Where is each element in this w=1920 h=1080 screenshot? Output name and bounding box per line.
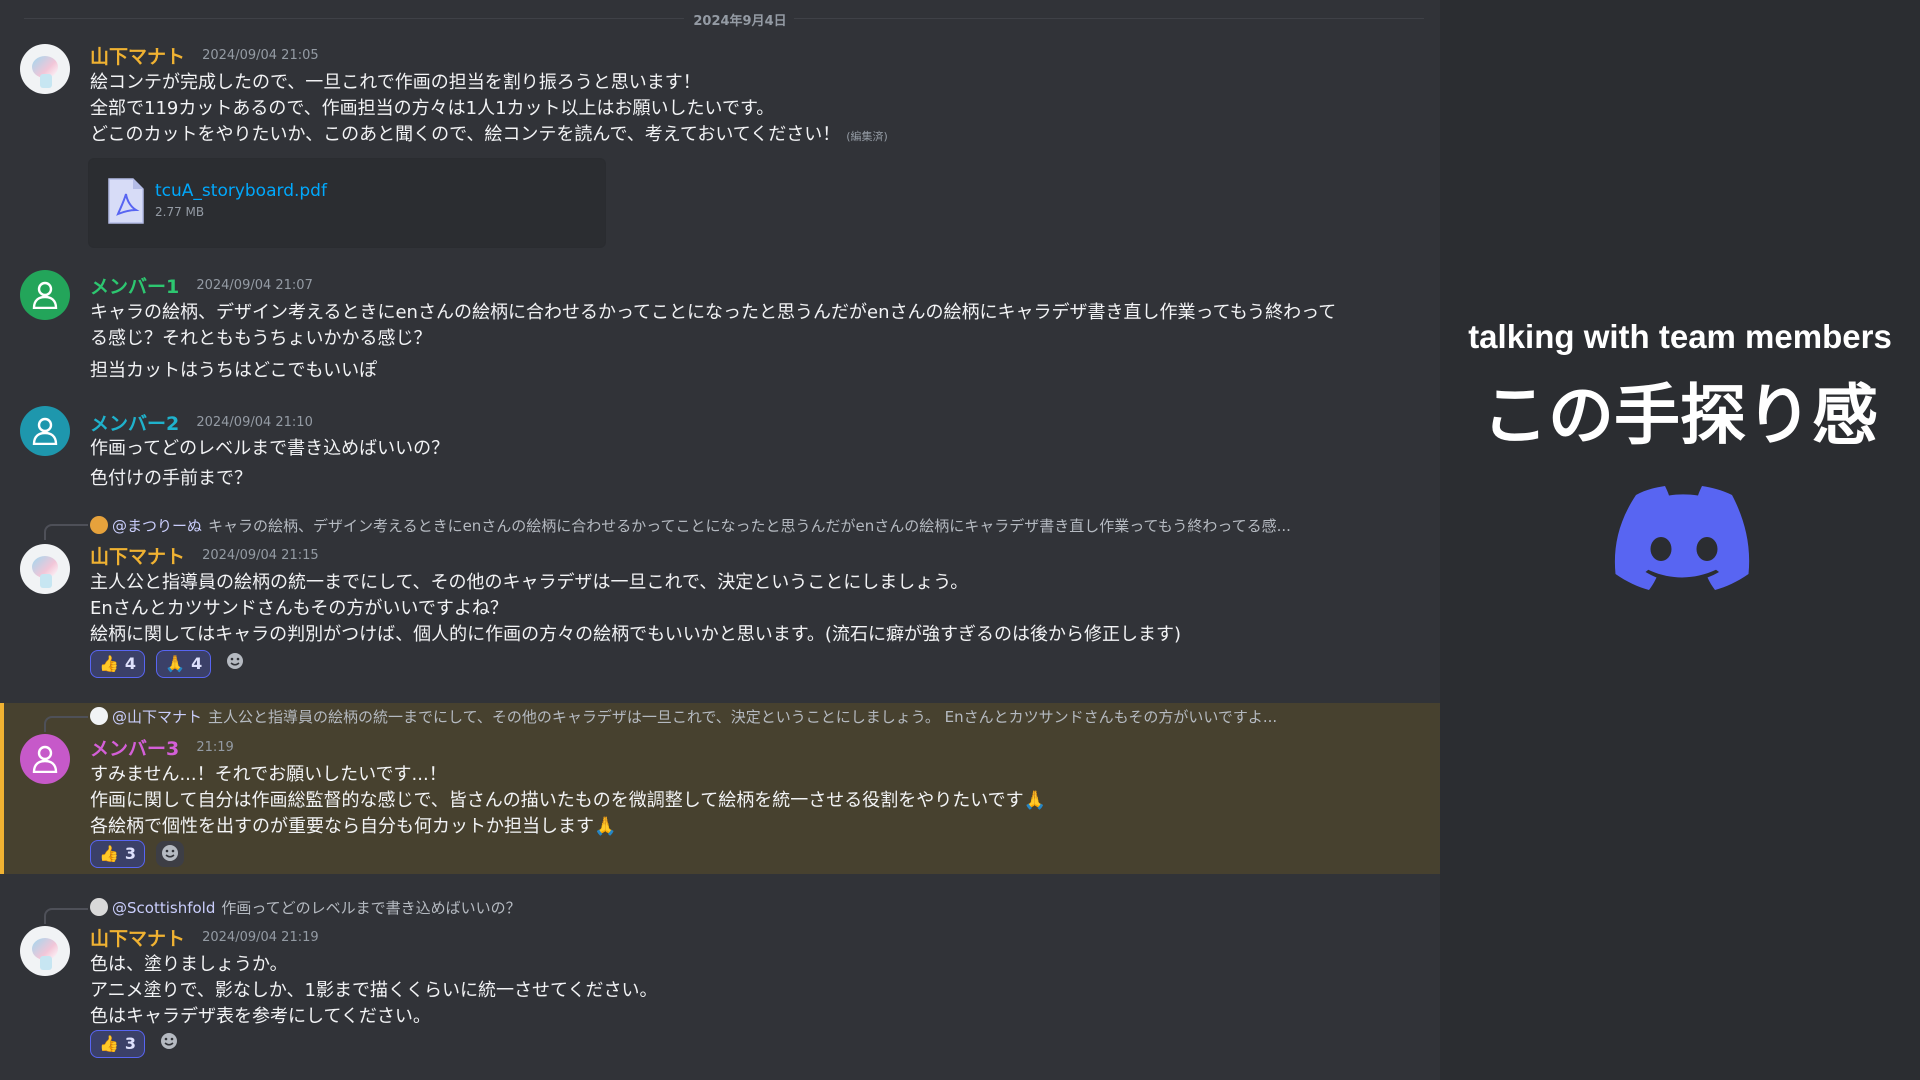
folded-hands-icon: 🙏 [165,654,186,673]
reply-avatar [90,707,108,725]
smiley-icon [227,653,244,669]
reply-mention[interactable]: @山下マナト [112,708,202,726]
default-user-icon [32,745,58,773]
caption-japanese: この手探り感 [1482,377,1878,454]
reply-text: 主人公と指導員の絵柄の統一までにして、その他のキャラデザは一旦これで、決定という… [208,708,1278,726]
reaction-thumbs-up[interactable]: 👍 3 [90,1030,146,1058]
default-user-icon [32,281,58,309]
message-text: 各絵柄で個性を出すのが重要なら自分も何カットか担当します🙏 [90,816,617,837]
message-text: 色はキャラデザ表を参考にしてください。 [90,1006,431,1027]
author-name[interactable]: 山下マナト [90,928,185,950]
message-text: 全部で119カットあるので、作画担当の方々は1人1カット以上はお願いしたいです。 [90,98,775,119]
caption-english: talking with team members [1468,318,1892,355]
reaction-bar: 👍 4 🙏 4 [90,650,248,678]
reaction-thumbs-up[interactable]: 👍 3 [90,840,146,868]
author-name[interactable]: メンバー3 [90,738,179,760]
author-name[interactable]: 山下マナト [90,546,185,568]
add-reaction-button[interactable] [156,1031,182,1057]
message-timestamp: 2024/09/04 21:10 [196,415,313,430]
avatar[interactable] [20,926,70,976]
reply-text: 作画ってどのレベルまで書き込めばいいの？ [221,899,521,917]
reply-preview[interactable]: @まつりーぬ キャラの絵柄、デザイン考えるときにenさんの絵柄に合わせるかってこと… [90,515,1410,535]
smiley-icon [162,845,179,861]
edited-label: (編集済) [846,130,888,143]
file-attachment[interactable]: tcuA_storyboard.pdf 2.77 MB [88,158,606,248]
file-size: 2.77 MB [155,205,205,219]
reaction-thumbs-up[interactable]: 👍 4 [90,650,146,678]
reaction-count: 4 [124,654,137,673]
avatar[interactable] [20,406,70,456]
message-text: キャラの絵柄、デザイン考えるときにenさんの絵柄に合わせるかってことになったと思… [90,302,1337,323]
add-reaction-button[interactable] [222,651,248,677]
message-timestamp: 2024/09/04 21:07 [196,278,313,293]
message-timestamp: 2024/09/04 21:05 [202,48,319,63]
chat-area: 2024年9月4日 山下マナト 2024/09/04 21:05 絵コンテが完成… [0,0,1440,1080]
side-panel: talking with team members この手探り感 [1440,0,1920,1080]
message-text: 絵コンテが完成したので、一旦これで作画の担当を割り振ろうと思います！ [90,72,701,93]
reply-text: キャラの絵柄、デザイン考えるときにenさんの絵柄に合わせるかってことになったと思… [208,517,1291,535]
reaction-folded-hands[interactable]: 🙏 4 [156,650,212,678]
message-timestamp: 21:19 [196,740,234,755]
message-text: 主人公と指導員の絵柄の統一までにして、その他のキャラデザは一旦これで、決定という… [90,572,969,593]
reaction-bar: 👍 3 [90,1030,182,1058]
discord-logo-icon [1614,486,1754,596]
message-text: 作画ってどのレベルまで書き込めばいいの？ [90,438,450,459]
date-divider-label: 2024年9月4日 [693,14,787,29]
avatar[interactable] [20,44,70,94]
reply-spine [44,908,88,924]
reply-preview[interactable]: @山下マナト 主人公と指導員の絵柄の統一までにして、その他のキャラデザは一旦これで… [90,706,1410,726]
add-reaction-button[interactable] [156,841,185,867]
avatar[interactable] [20,544,70,594]
file-name-link[interactable]: tcuA_storyboard.pdf [155,181,327,201]
reply-spine [44,524,88,540]
thumbs-up-icon: 👍 [99,1034,119,1053]
reaction-bar: 👍 3 [90,840,185,868]
reaction-count: 3 [124,1034,137,1053]
message-text: どこのカットをやりたいか、このあと聞くので、絵コンテを読んで、考えておいてくださ… [90,124,888,145]
reaction-count: 4 [191,654,203,673]
author-name[interactable]: メンバー1 [90,276,179,298]
default-user-icon [32,417,58,445]
reply-mention[interactable]: @Scottishfold [112,899,215,917]
reaction-count: 3 [124,844,137,863]
message-text: アニメ塗りで、影なしか、1影まで描くくらいに統一させてください。 [90,980,658,1001]
message-text: 絵柄に関してはキャラの判別がつけば、個人的に作画の方々の絵柄でもいいかと思います… [90,624,1181,645]
reply-mention[interactable]: @まつりーぬ [112,517,202,535]
avatar[interactable] [20,270,70,320]
reply-preview[interactable]: @Scottishfold 作画ってどのレベルまで書き込めばいいの？ [90,897,1410,917]
author-name[interactable]: 山下マナト [90,46,185,68]
message-text: Enさんとカツサンドさんもその方がいいですよね？ [90,598,508,619]
reply-spine [44,716,88,732]
reply-avatar [90,898,108,916]
message-text: 作画に関して自分は作画総監督的な感じで、皆さんの描いたものを微調整して絵柄を統一… [90,790,1047,811]
smiley-icon [161,1033,178,1049]
message-text: すみません...！それでお願いしたいです...！ [90,764,447,785]
pdf-file-icon [107,177,145,229]
reply-avatar [90,516,108,534]
message-timestamp: 2024/09/04 21:15 [202,548,319,563]
message-text: 色付けの手前まで？ [90,468,252,489]
author-name[interactable]: メンバー2 [90,413,179,435]
avatar[interactable] [20,734,70,784]
message-timestamp: 2024/09/04 21:19 [202,930,319,945]
thumbs-up-icon: 👍 [99,654,119,673]
message-text: 担当カットはうちはどこでもいいぽ [90,360,378,381]
message-text: る感じ？それとももうちょいかかる感じ？ [90,328,432,349]
message-text: 色は、塗りましょうか。 [90,954,288,975]
thumbs-up-icon: 👍 [99,844,119,863]
date-divider: 2024年9月4日 [0,8,1440,29]
